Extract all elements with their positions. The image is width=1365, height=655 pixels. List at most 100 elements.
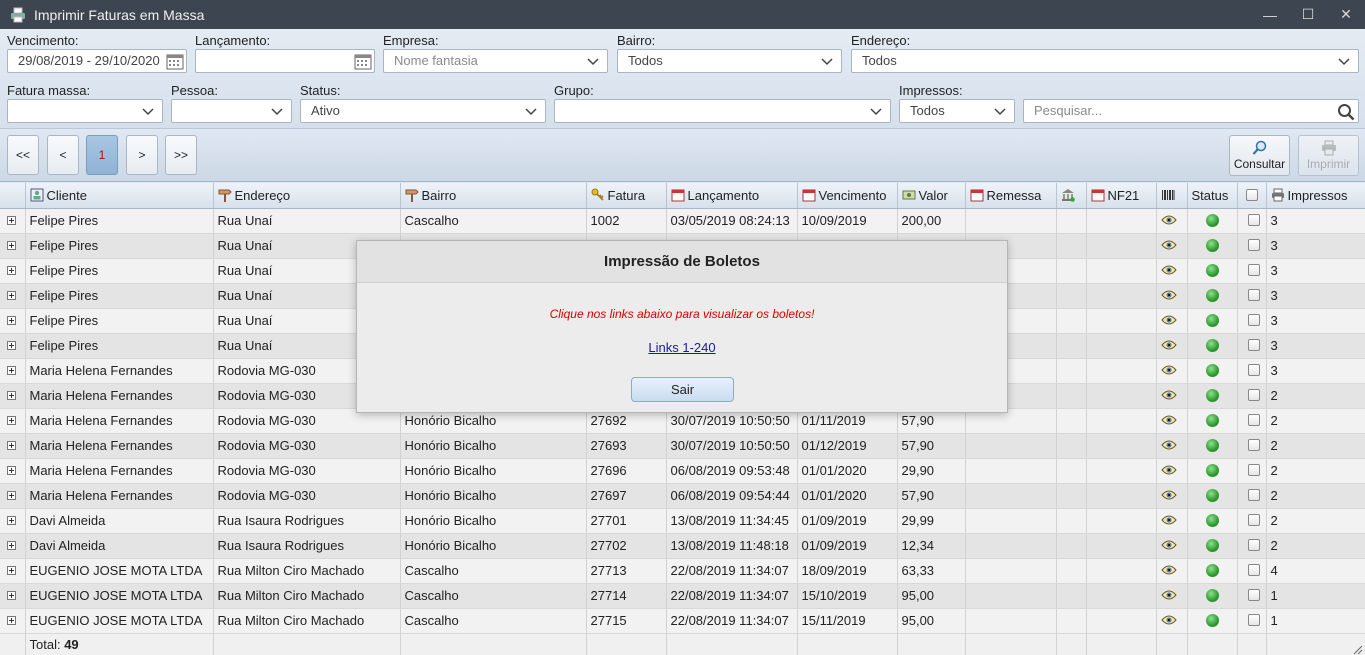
cell-select[interactable] [1237, 233, 1267, 259]
close-button[interactable]: ✕ [1327, 0, 1365, 29]
imprimir-button[interactable]: Imprimir [1298, 135, 1359, 176]
select-all-checkbox[interactable] [1245, 188, 1258, 201]
impressos-select[interactable]: Todos [899, 99, 1015, 123]
expand-cell[interactable] [0, 358, 26, 384]
cell-view[interactable] [1156, 458, 1188, 484]
header-bank[interactable] [1056, 183, 1087, 209]
expand-plus-icon[interactable] [7, 491, 16, 500]
header-impressos[interactable]: Impressos [1266, 183, 1365, 209]
header-remessa[interactable]: Remessa [965, 183, 1057, 209]
calendar-icon[interactable] [354, 52, 372, 70]
cell-view[interactable] [1156, 308, 1188, 334]
row-checkbox[interactable] [1247, 314, 1260, 326]
cell-view[interactable] [1156, 533, 1188, 559]
row-checkbox[interactable] [1247, 364, 1260, 376]
cell-view[interactable] [1156, 208, 1188, 234]
row-checkbox[interactable] [1247, 414, 1260, 426]
resize-grip-icon[interactable] [1353, 643, 1363, 655]
eye-icon[interactable] [1160, 339, 1177, 351]
expand-cell[interactable] [0, 283, 26, 309]
table-row[interactable]: Maria Helena Fernandes Rodovia MG-030 Honó… [0, 483, 1365, 509]
cell-select[interactable] [1237, 533, 1267, 559]
expand-plus-icon[interactable] [7, 241, 16, 250]
grupo-select[interactable] [554, 99, 891, 123]
expand-cell[interactable] [0, 433, 26, 459]
cell-select[interactable] [1237, 308, 1267, 334]
row-checkbox[interactable] [1247, 214, 1260, 226]
expand-plus-icon[interactable] [7, 566, 16, 575]
eye-icon[interactable] [1160, 264, 1177, 276]
expand-cell[interactable] [0, 383, 26, 409]
expand-cell[interactable] [0, 583, 26, 609]
vencimento-date-range-input[interactable]: 29/08/2019 - 29/10/2020 [7, 49, 187, 73]
eye-icon[interactable] [1160, 289, 1177, 301]
sair-button[interactable]: Sair [631, 377, 734, 402]
minimize-button[interactable]: — [1251, 0, 1289, 29]
cell-view[interactable] [1156, 583, 1188, 609]
eye-icon[interactable] [1160, 489, 1177, 501]
header-valor[interactable]: Valor [897, 183, 966, 209]
eye-icon[interactable] [1160, 514, 1177, 526]
table-row[interactable]: Davi Almeida Rua Isaura Rodrigues Honório … [0, 533, 1365, 559]
table-row[interactable]: Davi Almeida Rua Isaura Rodrigues Honório … [0, 508, 1365, 534]
expand-cell[interactable] [0, 208, 26, 234]
header-select-all[interactable] [1237, 183, 1267, 209]
cell-select[interactable] [1237, 333, 1267, 359]
eye-icon[interactable] [1160, 589, 1177, 601]
row-checkbox[interactable] [1247, 564, 1260, 576]
expand-plus-icon[interactable] [7, 341, 16, 350]
calendar-icon[interactable] [166, 52, 184, 70]
expand-plus-icon[interactable] [7, 366, 16, 375]
eye-icon[interactable] [1160, 539, 1177, 551]
cell-view[interactable] [1156, 333, 1188, 359]
header-fatura[interactable]: Fatura [586, 183, 667, 209]
cell-select[interactable] [1237, 608, 1267, 634]
cell-view[interactable] [1156, 233, 1188, 259]
cell-select[interactable] [1237, 508, 1267, 534]
expand-cell[interactable] [0, 408, 26, 434]
row-checkbox[interactable] [1247, 439, 1260, 451]
table-row[interactable]: Maria Helena Fernandes Rodovia MG-030 Honó… [0, 458, 1365, 484]
cell-select[interactable] [1237, 408, 1267, 434]
lancamento-date-input[interactable] [195, 49, 375, 73]
pessoa-select[interactable] [171, 99, 292, 123]
expand-cell[interactable] [0, 258, 26, 284]
cell-select[interactable] [1237, 208, 1267, 234]
expand-plus-icon[interactable] [7, 516, 16, 525]
expand-plus-icon[interactable] [7, 591, 16, 600]
eye-icon[interactable] [1160, 614, 1177, 626]
empresa-select[interactable]: Nome fantasia [383, 49, 608, 73]
row-checkbox[interactable] [1247, 614, 1260, 626]
row-checkbox[interactable] [1247, 339, 1260, 351]
expand-plus-icon[interactable] [7, 216, 16, 225]
expand-cell[interactable] [0, 558, 26, 584]
eye-icon[interactable] [1160, 239, 1177, 251]
eye-icon[interactable] [1160, 314, 1177, 326]
row-checkbox[interactable] [1247, 539, 1260, 551]
expand-plus-icon[interactable] [7, 466, 16, 475]
cell-view[interactable] [1156, 383, 1188, 409]
cell-view[interactable] [1156, 358, 1188, 384]
cell-select[interactable] [1237, 383, 1267, 409]
current-page-button[interactable]: 1 [86, 135, 118, 175]
next-page-button[interactable]: > [126, 135, 158, 175]
eye-icon[interactable] [1160, 564, 1177, 576]
header-lancamento[interactable]: Lançamento [666, 183, 798, 209]
cell-select[interactable] [1237, 458, 1267, 484]
row-checkbox[interactable] [1247, 289, 1260, 301]
cell-view[interactable] [1156, 258, 1188, 284]
endereco-select[interactable]: Todos [851, 49, 1359, 73]
expand-plus-icon[interactable] [7, 391, 16, 400]
expand-plus-icon[interactable] [7, 616, 16, 625]
cell-select[interactable] [1237, 583, 1267, 609]
search-icon[interactable] [1337, 103, 1355, 121]
eye-icon[interactable] [1160, 389, 1177, 401]
boletos-links[interactable]: Links 1-240 [648, 340, 715, 355]
cell-select[interactable] [1237, 433, 1267, 459]
header-bairro[interactable]: Bairro [400, 183, 587, 209]
cell-view[interactable] [1156, 283, 1188, 309]
expand-cell[interactable] [0, 233, 26, 259]
previous-page-button[interactable]: < [47, 135, 79, 175]
expand-cell[interactable] [0, 333, 26, 359]
cell-view[interactable] [1156, 508, 1188, 534]
